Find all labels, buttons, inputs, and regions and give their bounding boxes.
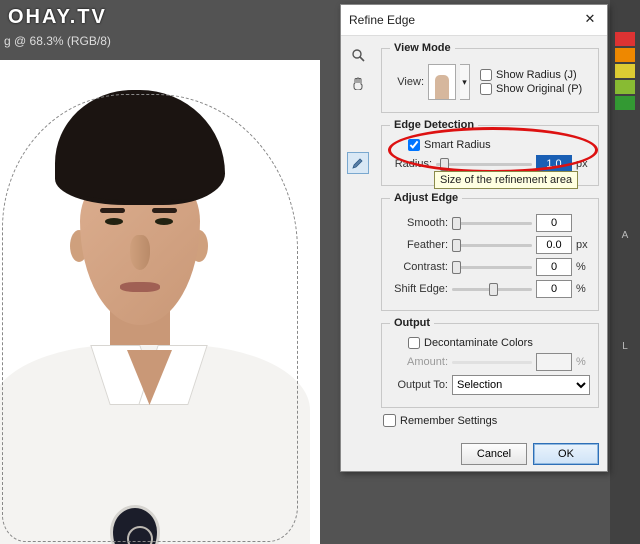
remember-settings-checkbox[interactable] xyxy=(383,414,396,427)
amount-slider xyxy=(452,355,532,369)
shift-edge-label: Shift Edge: xyxy=(390,283,448,295)
contrast-input[interactable] xyxy=(536,258,572,276)
radius-tooltip: Size of the refinement area xyxy=(434,171,578,189)
smooth-slider[interactable] xyxy=(452,216,532,230)
smart-radius-checkbox[interactable] xyxy=(408,139,420,151)
contrast-unit: % xyxy=(576,261,590,273)
view-label: View: xyxy=(390,76,424,88)
amount-unit: % xyxy=(576,356,590,368)
smooth-label: Smooth: xyxy=(390,217,448,229)
smart-radius-label: Smart Radius xyxy=(424,139,491,151)
feather-unit: px xyxy=(576,239,590,251)
cancel-button[interactable]: Cancel xyxy=(461,443,527,465)
edge-detection-legend: Edge Detection xyxy=(390,119,478,131)
zoom-tool-icon[interactable] xyxy=(347,44,369,66)
ok-button[interactable]: OK xyxy=(533,443,599,465)
close-icon[interactable]: ✕ xyxy=(581,11,599,29)
view-thumbnail[interactable] xyxy=(428,64,456,100)
document-zoom-info: g @ 68.3% (RGB/8) xyxy=(4,34,111,48)
swatch-green[interactable] xyxy=(615,96,635,110)
shift-edge-input[interactable] xyxy=(536,280,572,298)
decontaminate-label: Decontaminate Colors xyxy=(424,337,533,349)
decontaminate-checkbox[interactable] xyxy=(408,337,420,349)
adjust-edge-group: Adjust Edge Smooth: Feather: px Contrast… xyxy=(381,192,599,311)
output-to-select[interactable]: Selection xyxy=(452,375,590,395)
panel-label-l: L xyxy=(610,341,640,352)
contrast-label: Contrast: xyxy=(390,261,448,273)
view-mode-legend: View Mode xyxy=(390,42,455,54)
output-to-label: Output To: xyxy=(390,379,448,391)
show-radius-label: Show Radius (J) xyxy=(496,69,577,81)
remember-settings-label: Remember Settings xyxy=(400,415,497,427)
refine-edge-dialog: Refine Edge ✕ View Mode View: ▾ Show Rad… xyxy=(340,4,608,472)
show-original-label: Show Original (P) xyxy=(496,83,582,95)
feather-slider[interactable] xyxy=(452,238,532,252)
contrast-slider[interactable] xyxy=(452,260,532,274)
shift-edge-unit: % xyxy=(576,283,590,295)
canvas[interactable] xyxy=(0,60,320,544)
output-legend: Output xyxy=(390,317,434,329)
right-panel: A L xyxy=(610,0,640,544)
radius-label: Radius: xyxy=(390,158,432,170)
shift-edge-slider[interactable] xyxy=(452,282,532,296)
workspace xyxy=(0,0,320,544)
show-radius-checkbox[interactable] xyxy=(480,69,492,81)
smooth-input[interactable] xyxy=(536,214,572,232)
amount-input xyxy=(536,353,572,371)
edge-detection-group: Edge Detection Smart Radius Radius: px S… xyxy=(381,119,599,186)
swatch-red[interactable] xyxy=(615,32,635,46)
show-original-checkbox[interactable] xyxy=(480,83,492,95)
view-dropdown-icon[interactable]: ▾ xyxy=(460,64,470,100)
hand-tool-icon[interactable] xyxy=(347,72,369,94)
watermark-text: OHAY.TV xyxy=(8,6,107,29)
view-mode-group: View Mode View: ▾ Show Radius (J) Show O… xyxy=(381,42,599,113)
amount-label: Amount: xyxy=(390,356,448,368)
adjust-edge-legend: Adjust Edge xyxy=(390,192,462,204)
radius-unit: px xyxy=(576,158,590,170)
output-group: Output Decontaminate Colors Amount: % Ou… xyxy=(381,317,599,408)
swatch-orange[interactable] xyxy=(615,48,635,62)
swatch-lime[interactable] xyxy=(615,80,635,94)
dialog-title: Refine Edge xyxy=(349,13,415,27)
subject-image xyxy=(0,90,300,544)
feather-input[interactable] xyxy=(536,236,572,254)
panel-label-a: A xyxy=(610,230,640,241)
refine-brush-tool-icon[interactable] xyxy=(347,152,369,174)
dialog-titlebar[interactable]: Refine Edge ✕ xyxy=(341,5,607,36)
radius-slider[interactable] xyxy=(436,157,532,171)
swatch-yellow[interactable] xyxy=(615,64,635,78)
feather-label: Feather: xyxy=(390,239,448,251)
